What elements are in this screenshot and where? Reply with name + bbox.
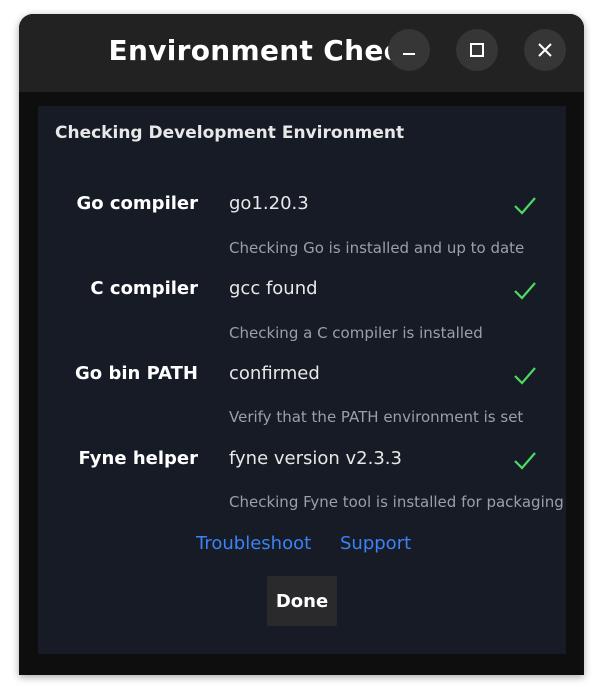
minimize-icon (403, 53, 415, 55)
row-value-go-compiler: go1.20.3 (229, 193, 309, 214)
row-desc-c-compiler: Checking a C compiler is installed (229, 324, 483, 342)
minimize-button[interactable] (388, 29, 430, 71)
row-label-go-compiler: Go compiler (76, 193, 198, 214)
row-label-fyne-helper: Fyne helper (78, 448, 199, 469)
check-panel: Checking Development Environment Go comp… (38, 106, 566, 654)
row-label-c-compiler: C compiler (90, 278, 198, 299)
row-desc-fyne-helper: Checking Fyne tool is installed for pack… (229, 493, 564, 511)
support-link[interactable]: Support (340, 533, 411, 554)
close-button[interactable] (524, 29, 566, 71)
row-value-c-compiler: gcc found (229, 278, 318, 299)
row-value-go-bin-path: confirmed (229, 363, 320, 384)
close-icon (538, 43, 552, 57)
maximize-button[interactable] (456, 29, 498, 71)
check-icon (514, 452, 536, 470)
window-content: Checking Development Environment Go comp… (19, 92, 584, 675)
done-button[interactable]: Done (267, 576, 337, 626)
check-icon (514, 197, 536, 215)
panel-heading: Checking Development Environment (55, 123, 405, 143)
troubleshoot-link[interactable]: Troubleshoot (196, 533, 311, 554)
row-value-fyne-helper: fyne version v2.3.3 (229, 448, 402, 469)
row-desc-go-bin-path: Verify that the PATH environment is set (229, 408, 524, 426)
maximize-icon (470, 43, 484, 57)
check-icon (514, 282, 536, 300)
row-desc-go-compiler: Checking Go is installed and up to date (229, 239, 525, 257)
title-bar[interactable]: Environment Check (19, 14, 584, 92)
check-icon (514, 367, 536, 385)
app-window: Environment Check Checking Development E… (19, 14, 584, 675)
row-label-go-bin-path: Go bin PATH (75, 363, 198, 384)
